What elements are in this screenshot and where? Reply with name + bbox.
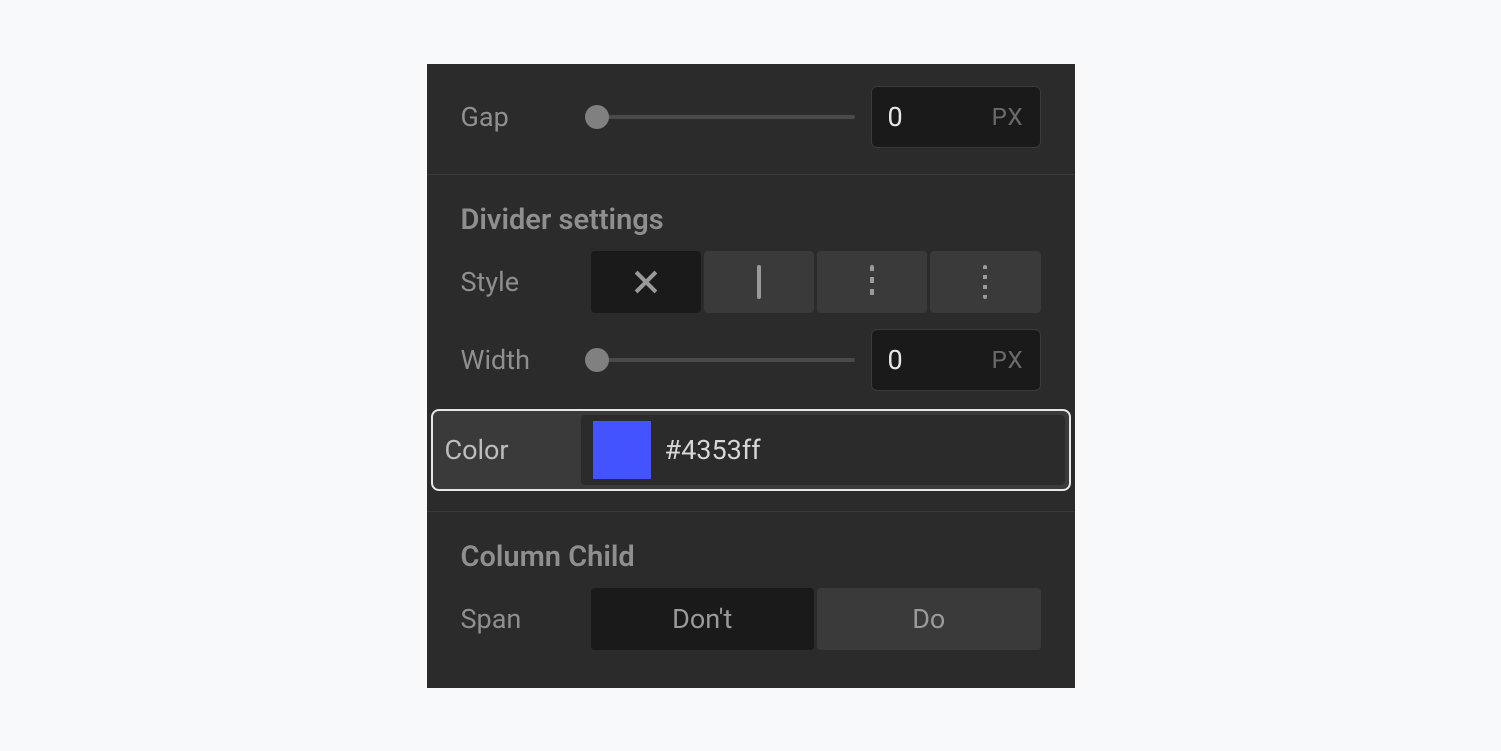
dashed-line-icon [870,265,874,299]
style-label: Style [461,266,591,298]
width-label: Width [461,344,591,376]
row-color: Color #4353ff [431,409,1071,491]
dotted-line-icon [983,265,987,299]
color-swatch[interactable] [593,421,651,479]
style-solid-button[interactable] [704,251,814,313]
width-input[interactable]: 0 PX [871,329,1041,391]
color-field[interactable]: #4353ff [581,415,1065,485]
span-dont-button[interactable]: Don't [591,588,815,650]
color-hex: #4353ff [665,434,761,466]
gap-slider-wrap [591,115,871,119]
span-do-button[interactable]: Do [817,588,1041,650]
span-dont-label: Don't [672,603,732,635]
color-label: Color [437,415,581,485]
row-style: Style [461,243,1041,321]
divider-heading: Divider settings [461,175,1041,243]
style-seggroup [591,251,1041,313]
gap-label: Gap [461,101,591,133]
style-dotted-button[interactable] [930,251,1040,313]
properties-panel: Gap 0 PX Divider settings Style [427,64,1075,688]
width-slider[interactable] [591,358,855,362]
width-unit: PX [992,346,1024,374]
row-gap: Gap 0 PX [461,78,1041,156]
gap-input[interactable]: 0 PX [871,86,1041,148]
column-child-heading: Column Child [461,512,1041,580]
span-seggroup: Don't Do [591,588,1041,650]
gap-slider-thumb[interactable] [585,105,609,129]
row-span: Span Don't Do [461,580,1041,658]
width-slider-thumb[interactable] [585,348,609,372]
span-label: Span [461,603,591,635]
row-width: Width 0 PX [461,321,1041,399]
solid-line-icon [757,265,761,299]
width-value: 0 [888,344,903,376]
gap-unit: PX [992,103,1024,131]
style-dashed-button[interactable] [817,251,927,313]
section-gap: Gap 0 PX [427,64,1075,175]
style-none-button[interactable] [591,251,701,313]
width-slider-wrap [591,358,871,362]
x-icon [634,270,658,294]
gap-value: 0 [888,101,903,133]
section-divider: Divider settings Style Width [427,175,1075,512]
section-column-child: Column Child Span Don't Do [427,512,1075,678]
span-do-label: Do [912,603,945,635]
gap-slider[interactable] [591,115,855,119]
